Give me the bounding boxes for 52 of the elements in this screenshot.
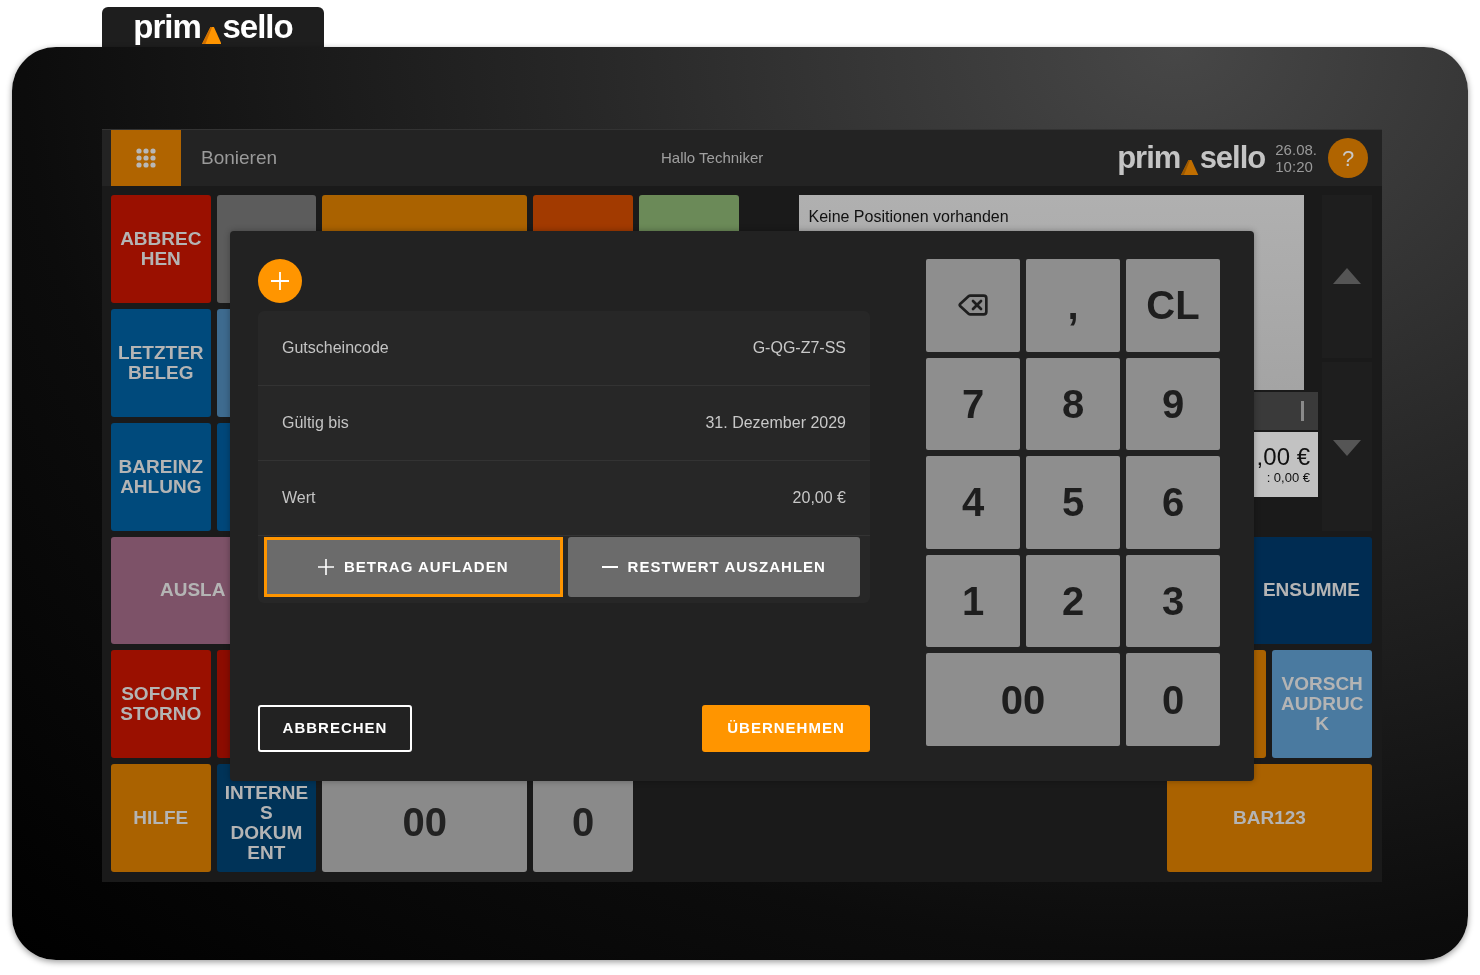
keypad-key[interactable]: 2 bbox=[1026, 554, 1120, 648]
time-text: 10:20 bbox=[1275, 158, 1314, 175]
logo-text: sello bbox=[222, 10, 293, 44]
entry-field[interactable] bbox=[1254, 392, 1318, 430]
triangle-icon bbox=[201, 27, 222, 44]
empty-receipt-text: Keine Positionen vorhanden bbox=[808, 208, 1009, 225]
backspace-key[interactable] bbox=[926, 259, 1020, 352]
date-text: 26.08. bbox=[1275, 141, 1317, 158]
keypad-key[interactable]: 00 bbox=[926, 653, 1120, 746]
keypad-key[interactable]: 8 bbox=[1026, 357, 1120, 451]
page-title: Bonieren bbox=[201, 145, 278, 170]
field-label: Wert bbox=[282, 488, 316, 508]
tile-button[interactable]: ABBREC HEN bbox=[111, 195, 211, 303]
action-button[interactable]: BETRAG AUFLADEN bbox=[264, 537, 563, 597]
grid-icon bbox=[136, 148, 156, 168]
cursor-icon bbox=[1301, 401, 1304, 421]
keypad-key[interactable]: 0 bbox=[1126, 653, 1220, 746]
field-value: 31. Dezember 2029 bbox=[705, 413, 846, 433]
keypad-key[interactable]: 5 bbox=[1026, 456, 1120, 549]
plus-icon bbox=[318, 559, 335, 575]
keypad-key[interactable]: 7 bbox=[926, 357, 1020, 451]
keypad-key[interactable]: 6 bbox=[1126, 456, 1220, 549]
field-value: 20,00 € bbox=[792, 488, 846, 508]
keypad-key[interactable]: 4 bbox=[926, 456, 1020, 549]
action-button[interactable]: RESTWERT AUSZAHLEN bbox=[567, 537, 860, 597]
keypad-key[interactable]: 3 bbox=[1126, 554, 1220, 648]
greeting-text: Hallo Techniker bbox=[661, 147, 764, 168]
field-label: Gültig bis bbox=[282, 413, 349, 433]
keypad-key[interactable]: 9 bbox=[1126, 357, 1220, 451]
minus-icon bbox=[601, 566, 618, 568]
triangle-icon bbox=[1181, 160, 1199, 175]
tile-button[interactable]: LETZTER BELEG bbox=[111, 308, 211, 417]
scroll-up-button[interactable] bbox=[1322, 195, 1372, 359]
caret-down-icon bbox=[1333, 440, 1361, 457]
keypad-key[interactable]: CL bbox=[1126, 259, 1220, 352]
caret-up-icon bbox=[1333, 268, 1361, 284]
total-amount: ,00 € bbox=[1256, 443, 1310, 470]
menu-button[interactable] bbox=[111, 130, 181, 186]
cancel-button[interactable]: ABBRECHEN bbox=[258, 705, 412, 752]
field-value: G-QG-Z7-SS bbox=[752, 338, 846, 358]
subtotal-text: : 0,00 € bbox=[1266, 469, 1310, 486]
logo-text: sello bbox=[1199, 142, 1266, 174]
keypad-key[interactable]: 1 bbox=[926, 554, 1020, 648]
scroll-down-button[interactable] bbox=[1322, 362, 1372, 531]
tile-button[interactable]: BAREINZ AHLUNG bbox=[111, 422, 211, 531]
field-label: Gutscheincode bbox=[282, 338, 389, 358]
plus-icon[interactable] bbox=[258, 259, 302, 303]
keypad-key[interactable]: , bbox=[1026, 259, 1120, 352]
tile-button[interactable]: SOFORT STORNO bbox=[111, 650, 211, 759]
help-button[interactable]: ? bbox=[1328, 138, 1368, 178]
logo-text: prim bbox=[1117, 142, 1181, 174]
logo-text: prim bbox=[133, 10, 201, 44]
